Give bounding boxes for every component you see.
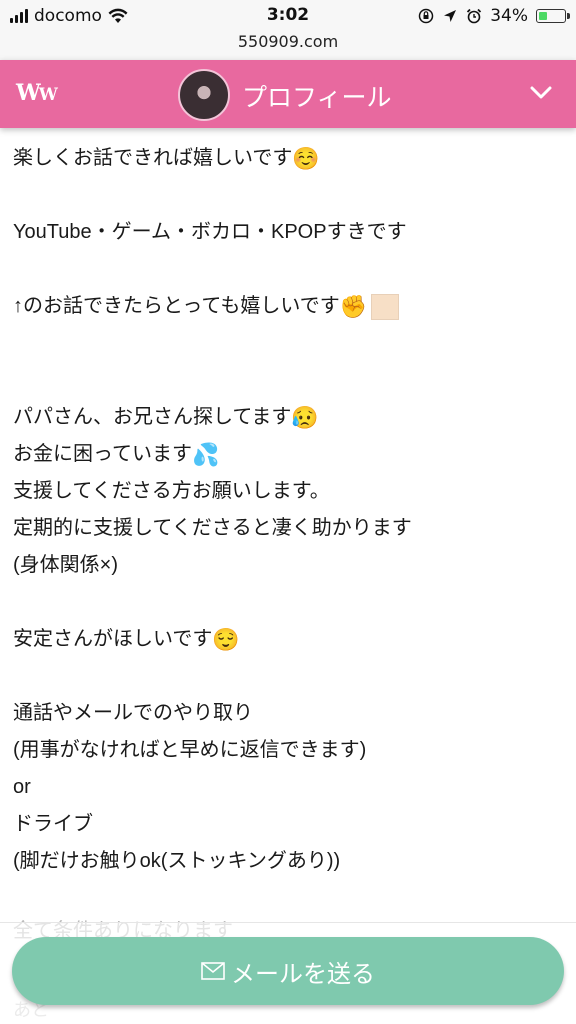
text-line: パパさん、お兄さん探してます😥	[13, 399, 563, 436]
text-line: お金に困っています💦	[13, 436, 563, 473]
text-line: (身体関係×)	[13, 554, 118, 576]
alarm-icon	[467, 8, 482, 24]
profile-text: 楽しくお話できれば嬉しいです☺️ YouTube・ゲーム・ボカロ・KPOPすきで…	[13, 140, 563, 880]
text-line: or	[13, 776, 31, 798]
text-line: (脚だけお触りok(ストッキングあり))	[13, 850, 341, 872]
battery-icon	[536, 9, 570, 23]
chevron-down-icon[interactable]	[530, 86, 552, 100]
text-line: ↑のお話できたらとっても嬉しいです✊	[13, 288, 563, 325]
smiling-face-icon: ☺️	[292, 146, 320, 172]
sweat-drops-icon: 💦	[192, 442, 220, 468]
sad-face-icon: 😥	[291, 405, 319, 431]
status-bar: docomo 3:02 34%	[0, 0, 576, 32]
send-mail-label: メールを送る	[231, 959, 375, 988]
text-line: ドライブ	[13, 813, 93, 835]
page-title: プロフィール	[242, 83, 392, 112]
text-line: YouTube・ゲーム・ボカロ・KPOPすきです	[13, 221, 407, 243]
relieved-face-icon: 😌	[212, 627, 240, 653]
skin-tone-icon	[371, 293, 400, 320]
text-line: 定期的に支援してくださると凄く助かります	[13, 517, 412, 539]
site-logo[interactable]: WW	[16, 80, 58, 106]
text-line: 支援してくださる方お願いします。	[13, 480, 330, 502]
text-line: 安定さんがほしいです😌	[13, 621, 563, 658]
envelope-icon	[201, 962, 225, 980]
status-right: 34%	[418, 6, 570, 26]
rotation-lock-icon	[418, 8, 434, 24]
battery-fill	[539, 12, 547, 20]
raised-fist-icon: ✊	[339, 294, 368, 320]
text-line: (用事がなければと早めに返信できます)	[13, 739, 367, 761]
url-bar[interactable]: 550909.com	[0, 32, 576, 60]
battery-percent: 34%	[490, 6, 528, 26]
profile-header: WW プロフィール	[0, 60, 576, 128]
text-line: 楽しくお話できれば嬉しいです☺️	[13, 140, 563, 177]
location-icon	[444, 10, 457, 22]
avatar[interactable]	[178, 69, 230, 121]
send-mail-button[interactable]: メールを送る	[12, 937, 564, 1005]
text-line: 通話やメールでのやり取り	[13, 702, 253, 724]
